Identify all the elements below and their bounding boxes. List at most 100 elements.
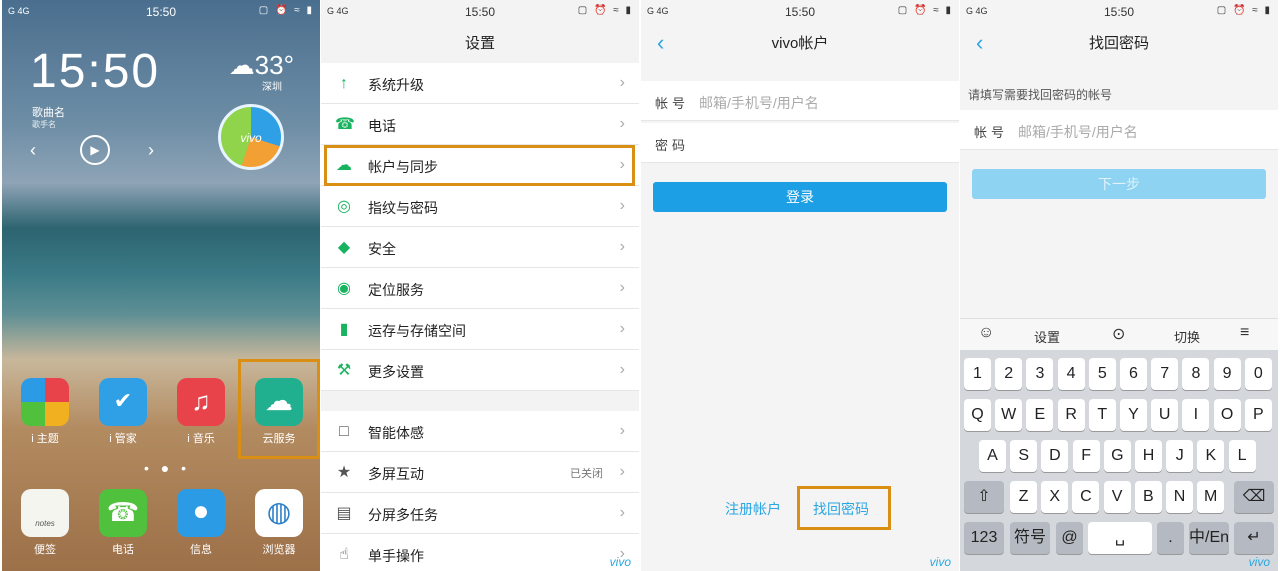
key-j[interactable]: J xyxy=(1166,440,1194,472)
app-label: i 音乐 xyxy=(187,433,215,445)
key-v[interactable]: V xyxy=(1103,481,1131,513)
mic-icon[interactable]: ⊙ xyxy=(1112,324,1125,344)
key-4[interactable]: 4 xyxy=(1057,358,1085,390)
settings-item-onehand[interactable]: ☝ 单手操作 › xyxy=(321,534,639,571)
music-disc[interactable]: vivo xyxy=(218,104,284,170)
key-y[interactable]: Y xyxy=(1120,399,1147,431)
key-u[interactable]: U xyxy=(1151,399,1179,431)
play-button[interactable]: ▶ xyxy=(80,135,110,165)
previous-track-icon[interactable]: ‹ xyxy=(30,140,36,161)
dock-browser[interactable]: ◍ 浏览器 xyxy=(252,489,306,557)
keyboard-settings-button[interactable]: 设置 xyxy=(1034,327,1060,346)
account-field[interactable]: 帐号 邮箱/手机号/用户名 xyxy=(960,110,1278,150)
settings-item-system-update[interactable]: ↑ 系统升级 › xyxy=(321,63,639,104)
next-step-button[interactable]: 下一步 xyxy=(972,169,1266,199)
dock-notes[interactable]: notes 便签 xyxy=(18,489,72,557)
key-1[interactable]: 1 xyxy=(964,358,991,390)
register-link[interactable]: 注册帐户 xyxy=(725,499,781,519)
key-p[interactable]: P xyxy=(1244,399,1272,431)
key-x[interactable]: X xyxy=(1041,481,1069,513)
language-switch-key[interactable]: 中/En xyxy=(1189,522,1229,554)
enter-key[interactable]: ↵ xyxy=(1234,522,1274,554)
space-key[interactable]: ␣ xyxy=(1088,522,1152,554)
key-n[interactable]: N xyxy=(1166,481,1193,513)
key-c[interactable]: C xyxy=(1072,481,1100,513)
app-label: 信息 xyxy=(190,544,212,556)
settings-item-splitscreen[interactable]: ▤ 分屏多任务 › xyxy=(321,493,639,534)
key-8[interactable]: 8 xyxy=(1182,358,1210,390)
key-5[interactable]: 5 xyxy=(1088,358,1116,390)
collapse-keyboard-icon[interactable]: ≡ xyxy=(1240,324,1249,342)
settings-item-label: 智能体感 xyxy=(368,425,424,441)
dock-messages[interactable]: ● 信息 xyxy=(174,489,228,557)
key-6[interactable]: 6 xyxy=(1120,358,1147,390)
login-button[interactable]: 登录 xyxy=(653,182,947,212)
symbol-key[interactable]: 符号 xyxy=(1010,522,1050,554)
settings-item-multiscreen[interactable]: ★ 多屏互动 已关闭 › xyxy=(321,452,639,493)
settings-item-fingerprint[interactable]: ◎ 指纹与密码 › xyxy=(321,186,639,227)
key-k[interactable]: K xyxy=(1197,440,1225,472)
at-key[interactable]: @ xyxy=(1056,522,1083,554)
key-a[interactable]: A xyxy=(979,440,1006,472)
key-s[interactable]: S xyxy=(1010,440,1038,472)
key-z[interactable]: Z xyxy=(1010,481,1037,513)
settings-item-label: 单手操作 xyxy=(368,548,424,564)
settings-item-security[interactable]: ◆ 安全 › xyxy=(321,227,639,268)
settings-item-label: 分屏多任务 xyxy=(368,507,438,523)
clock-widget[interactable]: 15:50 xyxy=(30,44,160,99)
key-f[interactable]: F xyxy=(1072,440,1100,472)
app-music[interactable]: ♫ i 音乐 xyxy=(174,378,228,446)
settings-item-storage[interactable]: ▮ 运存与存储空间 › xyxy=(321,309,639,350)
settings-item-label: 定位服务 xyxy=(368,282,424,298)
notes-label: notes xyxy=(35,519,55,528)
page-title: 找回密码 xyxy=(1088,35,1149,52)
settings-item-location[interactable]: ◉ 定位服务 › xyxy=(321,268,639,309)
shift-key[interactable]: ⇧ xyxy=(964,481,1004,513)
app-theme[interactable]: i 主题 xyxy=(18,378,72,446)
key-b[interactable]: B xyxy=(1134,481,1162,513)
settings-list-main: ↑ 系统升级 › ☎ 电话 › ☁ 帐户与同步 › ◎ 指纹与密码 › ◆ 安全 › ◉ 定位服务 › … xyxy=(321,63,639,391)
key-r[interactable]: R xyxy=(1057,399,1085,431)
emoji-icon[interactable]: ☺ xyxy=(978,324,994,342)
key-0[interactable]: 0 xyxy=(1244,358,1272,390)
phone-icon: ☎ xyxy=(99,489,147,537)
app-manager[interactable]: ✔ i 管家 xyxy=(96,378,150,446)
key-l[interactable]: L xyxy=(1228,440,1256,472)
keyboard-toolbar: ☺ 设置 ⊙ 切换 ≡ xyxy=(960,318,1278,350)
key-t[interactable]: T xyxy=(1088,399,1116,431)
key-q[interactable]: Q xyxy=(964,399,991,431)
dot-key[interactable]: . xyxy=(1157,522,1184,554)
switch-keyboard-button[interactable]: 切换 xyxy=(1174,327,1200,346)
key-9[interactable]: 9 xyxy=(1213,358,1241,390)
backspace-key[interactable]: ⌫ xyxy=(1234,481,1274,513)
settings-item-phone[interactable]: ☎ 电话 › xyxy=(321,104,639,145)
key-2[interactable]: 2 xyxy=(995,358,1023,390)
account-field[interactable]: 帐号 邮箱/手机号/用户名 xyxy=(641,81,959,121)
key-d[interactable]: D xyxy=(1041,440,1069,472)
key-3[interactable]: 3 xyxy=(1026,358,1054,390)
numeric-key[interactable]: 123 xyxy=(964,522,1004,554)
key-w[interactable]: W xyxy=(995,399,1023,431)
key-m[interactable]: M xyxy=(1197,481,1225,513)
page-title: vivo帐户 xyxy=(771,35,829,52)
message-icon: ● xyxy=(177,489,225,537)
chevron-right-icon: › xyxy=(619,197,625,214)
key-g[interactable]: G xyxy=(1103,440,1131,472)
highlight-box xyxy=(324,145,635,186)
key-i[interactable]: I xyxy=(1182,399,1210,431)
fingerprint-icon: ◎ xyxy=(337,198,351,215)
weather-widget[interactable]: ☁33° xyxy=(229,50,294,81)
next-track-icon[interactable]: › xyxy=(148,140,154,161)
key-e[interactable]: E xyxy=(1026,399,1054,431)
key-h[interactable]: H xyxy=(1135,440,1162,472)
page-title: 设置 xyxy=(464,35,495,52)
chevron-right-icon: › xyxy=(619,463,625,480)
settings-item-label: 指纹与密码 xyxy=(368,200,438,216)
settings-item-more[interactable]: ⚒ 更多设置 › xyxy=(321,350,639,391)
password-field[interactable]: 密码 xyxy=(641,123,959,163)
key-o[interactable]: O xyxy=(1213,399,1241,431)
music-note-icon: ♫ xyxy=(177,378,225,426)
key-7[interactable]: 7 xyxy=(1151,358,1179,390)
dock-phone[interactable]: ☎ 电话 xyxy=(96,489,150,557)
settings-item-motion[interactable]: □ 智能体感 › xyxy=(321,411,639,452)
